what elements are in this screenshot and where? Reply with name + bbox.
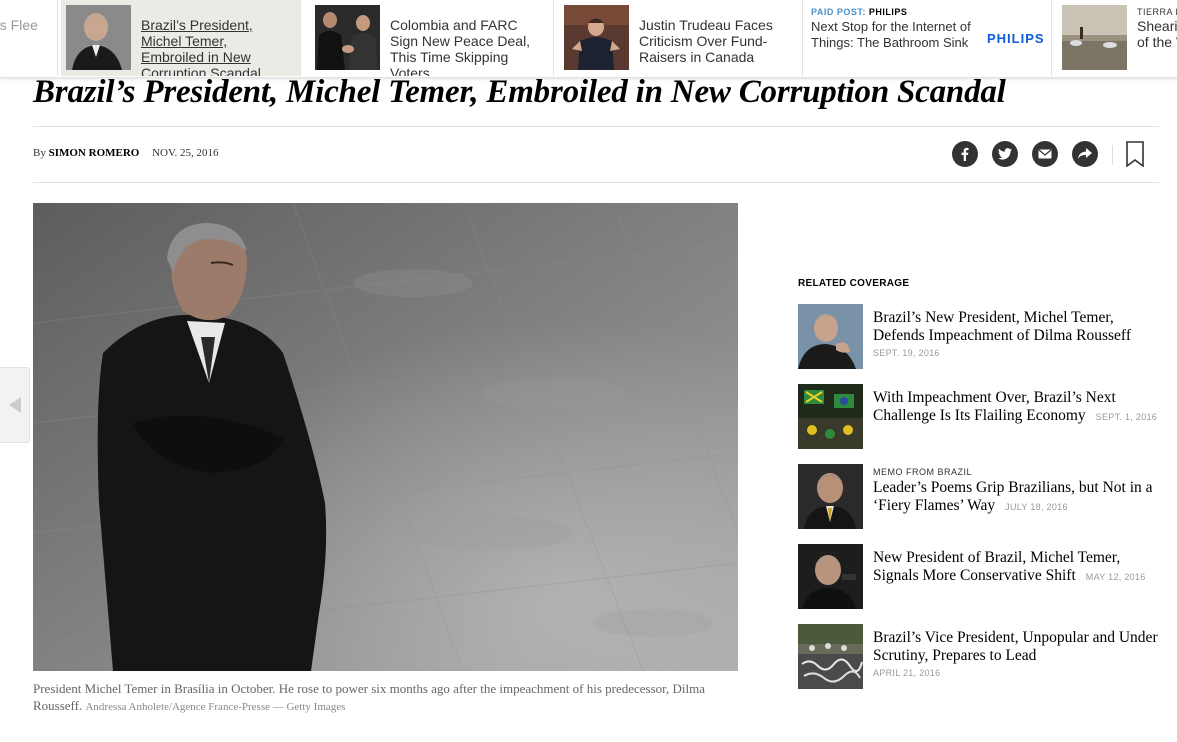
ribbon-thumb-colombia xyxy=(315,5,380,70)
related-item[interactable]: MEMO FROM BRAZIL Leader’s Poems Grip Bra… xyxy=(798,464,1160,529)
arrow-left-icon xyxy=(8,397,21,413)
related-body: Brazil’s Vice President, Unpopular and U… xyxy=(873,629,1160,678)
paid-post-text: Next Stop for the Internet of Things: Th… xyxy=(811,19,971,50)
related-item[interactable]: Brazil’s New President, Michel Temer, De… xyxy=(798,304,1160,369)
related-date: MAY 12, 2016 xyxy=(1085,572,1146,582)
ribbon-story-tierra[interactable]: TIERRA D Shearinof the V xyxy=(1056,0,1177,76)
related-headline: Brazil’s New President, Michel Temer, De… xyxy=(873,309,1131,344)
byline-by: By xyxy=(33,147,46,159)
ribbon-thumb-tierra xyxy=(1062,5,1127,70)
ribbon-story-text: Brazil’s President, Michel Temer, Embroi… xyxy=(141,17,261,76)
related-coverage-title: RELATED COVERAGE xyxy=(798,278,910,289)
related-item[interactable]: New President of Brazil, Michel Temer, S… xyxy=(798,544,1160,609)
ribbon-story-colombia[interactable]: Colombia and FARC Sign New Peace Deal, T… xyxy=(310,0,554,76)
share-tools xyxy=(952,141,1098,167)
ribbon-story-trudeau[interactable]: Justin Trudeau Faces Criticism Over Fund… xyxy=(559,0,803,76)
related-kicker: MEMO FROM BRAZIL xyxy=(873,467,973,477)
author-link[interactable]: SIMON ROMERO xyxy=(49,147,140,159)
ribbon-kicker: TIERRA D xyxy=(1137,7,1177,17)
related-date: JULY 18, 2016 xyxy=(1005,502,1068,512)
twitter-icon[interactable] xyxy=(992,141,1018,167)
related-body: With Impeachment Over, Brazil’s Next Cha… xyxy=(873,389,1160,425)
related-item[interactable]: Brazil’s Vice President, Unpopular and U… xyxy=(798,624,1160,689)
byline: By SIMON ROMERO NOV. 25, 2016 xyxy=(33,147,219,159)
ribbon-story-text: Shearinof the V xyxy=(1137,18,1177,50)
share-icon[interactable] xyxy=(1072,141,1098,167)
related-body: Brazil’s New President, Michel Temer, De… xyxy=(873,309,1160,358)
previous-story-button[interactable] xyxy=(0,367,30,443)
photo-credit: Andressa Anholete/Agence France-Presse —… xyxy=(85,701,346,713)
lead-photo xyxy=(33,203,738,671)
ribbon-story-text: Justin Trudeau Faces Criticism Over Fund… xyxy=(639,17,773,65)
ribbon-story-text: Colombia and FARC Sign New Peace Deal, T… xyxy=(390,17,531,76)
related-body: New President of Brazil, Michel Temer, S… xyxy=(873,549,1160,585)
paid-post-label: PAID POST: PHILIPS xyxy=(811,7,908,17)
related-headline: New President of Brazil, Michel Temer, S… xyxy=(873,549,1121,584)
ribbon-story-partial[interactable]: ns Flee xyxy=(0,0,58,76)
related-date: APRIL 21, 2016 xyxy=(873,668,941,678)
divider xyxy=(33,182,1159,183)
email-icon[interactable] xyxy=(1032,141,1058,167)
divider xyxy=(33,126,1159,127)
facebook-icon[interactable] xyxy=(952,141,978,167)
related-date: SEPT. 19, 2016 xyxy=(873,348,940,358)
ribbon-paid-post[interactable]: PAID POST: PHILIPS Next Stop for the Int… xyxy=(804,0,1052,76)
publish-date: NOV. 25, 2016 xyxy=(152,147,219,159)
related-headline: Brazil’s Vice President, Unpopular and U… xyxy=(873,629,1158,664)
ribbon-story-text: ns Flee xyxy=(0,17,38,33)
bookmark-icon[interactable] xyxy=(1126,141,1144,172)
story-ribbon: ns Flee Brazil’s President, Michel Temer… xyxy=(0,0,1177,78)
ribbon-thumb-temer xyxy=(66,5,131,70)
related-headline: With Impeachment Over, Brazil’s Next Cha… xyxy=(873,389,1116,424)
ribbon-story-active[interactable]: Brazil’s President, Michel Temer, Embroi… xyxy=(61,0,301,76)
related-body: MEMO FROM BRAZIL Leader’s Poems Grip Bra… xyxy=(873,467,1160,515)
photo-caption: President Michel Temer in Brasília in Oc… xyxy=(33,680,738,716)
page-title: Brazil’s President, Michel Temer, Embroi… xyxy=(33,74,1006,110)
related-thumb xyxy=(798,304,863,369)
related-thumb xyxy=(798,544,863,609)
related-date: SEPT. 1, 2016 xyxy=(1095,412,1158,422)
related-thumb xyxy=(798,464,863,529)
related-thumb xyxy=(798,624,863,689)
share-separator xyxy=(1112,145,1113,165)
ribbon-thumb-trudeau xyxy=(564,5,629,70)
related-thumb xyxy=(798,384,863,449)
related-item[interactable]: With Impeachment Over, Brazil’s Next Cha… xyxy=(798,384,1160,449)
philips-logo: PHILIPS xyxy=(987,31,1045,46)
